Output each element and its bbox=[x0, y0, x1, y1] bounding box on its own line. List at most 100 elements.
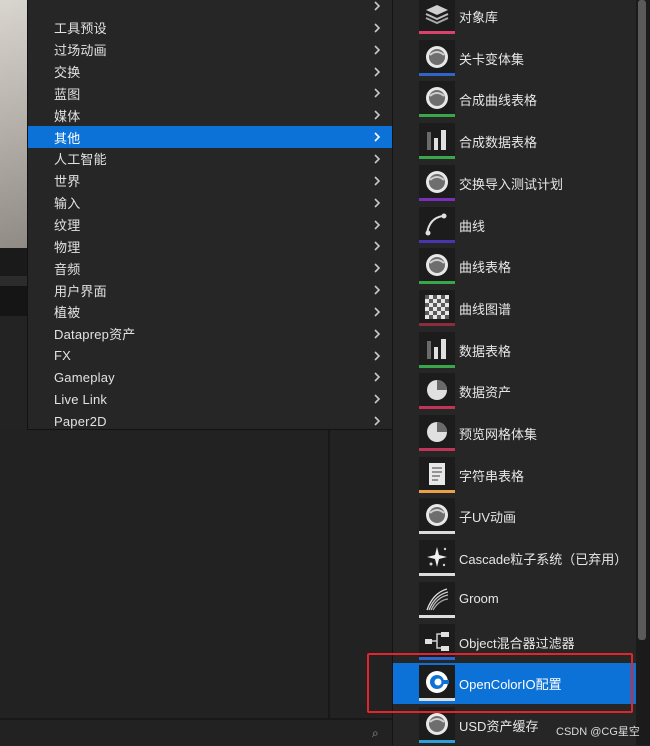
submenu-item-label: 曲线图谱 bbox=[459, 301, 512, 317]
submenu-item-10[interactable]: 预览网格体集 bbox=[393, 413, 637, 454]
submenu-item-label: 数据表格 bbox=[459, 343, 512, 359]
sphere-icon bbox=[419, 706, 455, 743]
asset-type-color-bar bbox=[419, 322, 455, 326]
chevron-right-icon bbox=[370, 283, 384, 297]
submenu-item-label: 曲线 bbox=[459, 218, 486, 234]
menu-item-11[interactable]: 物理 bbox=[28, 235, 392, 257]
submenu-item-4[interactable]: 交换导入测试计划 bbox=[393, 163, 637, 204]
menu-item-label: 纹理 bbox=[54, 218, 81, 233]
menu-item-label: 蓝图 bbox=[54, 86, 81, 102]
pie-chart-icon bbox=[419, 373, 455, 410]
menu-item-label: 物理 bbox=[54, 239, 81, 255]
submenu-item-16[interactable]: OpenColorIO配置 bbox=[393, 663, 637, 705]
bar-chart-icon bbox=[419, 331, 455, 368]
asset-type-color-bar bbox=[419, 573, 455, 577]
node-graph-icon bbox=[419, 623, 455, 660]
asset-type-color-bar bbox=[419, 156, 455, 160]
menu-item-label: 输入 bbox=[54, 196, 81, 212]
asset-type-color-bar bbox=[419, 31, 455, 34]
asset-type-color-bar bbox=[419, 656, 455, 660]
submenu-item-label: OpenColorIO配置 bbox=[459, 677, 562, 693]
menu-item-label: 工具预设 bbox=[54, 21, 107, 37]
sphere-icon bbox=[419, 498, 455, 535]
submenu-item-6[interactable]: 曲线表格 bbox=[393, 246, 637, 287]
submenu-item-label: USD资产缓存 bbox=[459, 718, 539, 734]
menu-item-6[interactable]: 其他 bbox=[28, 126, 392, 149]
chevron-right-icon bbox=[370, 21, 384, 35]
menu-item-label: 其他 bbox=[54, 130, 81, 146]
asset-type-color-bar bbox=[419, 364, 455, 368]
menu-item-9[interactable]: 输入 bbox=[28, 192, 392, 214]
submenu-item-label: 预览网格体集 bbox=[459, 427, 538, 442]
magnifier-icon[interactable]: ⌕ bbox=[372, 726, 388, 742]
menu-item-17[interactable]: Gameplay bbox=[28, 366, 392, 388]
sphere-icon bbox=[419, 39, 455, 76]
menu-item-15[interactable]: Dataprep资产 bbox=[28, 323, 392, 345]
menu-item-label: 音频 bbox=[54, 261, 81, 277]
menu-item-8[interactable]: 世界 bbox=[28, 170, 392, 192]
submenu-item-9[interactable]: 数据资产 bbox=[393, 371, 637, 412]
menu-item-label: 植被 bbox=[54, 305, 81, 321]
menu-item-label: 用户界面 bbox=[54, 283, 107, 299]
menu-item-12[interactable]: 音频 bbox=[28, 257, 392, 279]
menu-item-19[interactable]: Paper2D bbox=[28, 410, 392, 432]
asset-type-color-bar bbox=[419, 239, 455, 243]
menu-item-3[interactable]: 交换 bbox=[28, 61, 392, 83]
submenu-item-5[interactable]: 曲线 bbox=[393, 205, 637, 246]
submenu-item-label: 数据资产 bbox=[459, 385, 512, 401]
submenu-item-11[interactable]: 字符串表格 bbox=[393, 455, 637, 496]
chevron-right-icon bbox=[370, 218, 384, 232]
submenu-scrollbar-thumb[interactable] bbox=[638, 0, 646, 640]
menu-item-0[interactable] bbox=[28, 0, 392, 17]
string-table-icon bbox=[419, 456, 455, 493]
menu-item-16[interactable]: FX bbox=[28, 345, 392, 367]
menu-item-13[interactable]: 用户界面 bbox=[28, 279, 392, 301]
panel-splitter bbox=[328, 430, 330, 720]
bar-chart-icon bbox=[419, 123, 455, 160]
groom-icon bbox=[419, 581, 455, 618]
asset-type-color-bar bbox=[419, 739, 455, 743]
submenu-item-14[interactable]: Groom bbox=[393, 580, 637, 621]
menu-item-1[interactable]: 工具预设 bbox=[28, 17, 392, 39]
submenu-item-3[interactable]: 合成数据表格 bbox=[393, 121, 637, 162]
submenu-item-13[interactable]: Cascade粒子系统（已弃用） bbox=[393, 538, 637, 579]
menu-item-18[interactable]: Live Link bbox=[28, 388, 392, 410]
chevron-right-icon bbox=[370, 65, 384, 79]
submenu-item-label: 子UV动画 bbox=[459, 510, 517, 526]
chevron-right-icon bbox=[370, 327, 384, 341]
asset-type-color-bar bbox=[419, 197, 455, 201]
chevron-right-icon bbox=[370, 86, 384, 100]
asset-type-color-bar bbox=[419, 489, 455, 493]
menu-item-10[interactable]: 纹理 bbox=[28, 214, 392, 236]
level-viewport bbox=[0, 0, 28, 248]
submenu-item-label: 交换导入测试计划 bbox=[459, 176, 564, 192]
asset-type-color-bar bbox=[419, 72, 455, 76]
chevron-right-icon bbox=[370, 239, 384, 253]
submenu-item-15[interactable]: Object混合器过滤器 bbox=[393, 622, 637, 663]
opencolorio-icon bbox=[419, 665, 455, 702]
submenu-item-1[interactable]: 关卡变体集 bbox=[393, 38, 637, 79]
menu-item-label: Gameplay bbox=[54, 369, 115, 385]
submenu-item-0[interactable]: 对象库 bbox=[393, 0, 637, 37]
menu-item-5[interactable]: 媒体 bbox=[28, 104, 392, 126]
asset-type-color-bar bbox=[419, 114, 455, 118]
chevron-right-icon bbox=[370, 108, 384, 122]
menu-item-4[interactable]: 蓝图 bbox=[28, 82, 392, 104]
submenu-item-7[interactable]: 曲线图谱 bbox=[393, 288, 637, 329]
menu-item-14[interactable]: 植被 bbox=[28, 301, 392, 323]
menu-item-2[interactable]: 过场动画 bbox=[28, 39, 392, 61]
watermark: CSDN @CG星空 bbox=[556, 726, 640, 738]
asset-type-color-bar bbox=[419, 614, 455, 618]
menu-item-label: 过场动画 bbox=[54, 43, 107, 59]
submenu-item-2[interactable]: 合成曲线表格 bbox=[393, 79, 637, 120]
pie-chart-icon bbox=[419, 415, 455, 451]
submenu-item-12[interactable]: 子UV动画 bbox=[393, 496, 637, 537]
asset-type-color-bar bbox=[419, 406, 455, 410]
panel-divider bbox=[0, 276, 28, 286]
submenu-item-label: 合成数据表格 bbox=[459, 135, 538, 151]
submenu-item-label: 曲线表格 bbox=[459, 260, 512, 276]
submenu-item-8[interactable]: 数据表格 bbox=[393, 330, 637, 371]
menu-item-7[interactable]: 人工智能 bbox=[28, 148, 392, 170]
sphere-icon bbox=[419, 81, 455, 118]
panel-header bbox=[0, 286, 28, 316]
